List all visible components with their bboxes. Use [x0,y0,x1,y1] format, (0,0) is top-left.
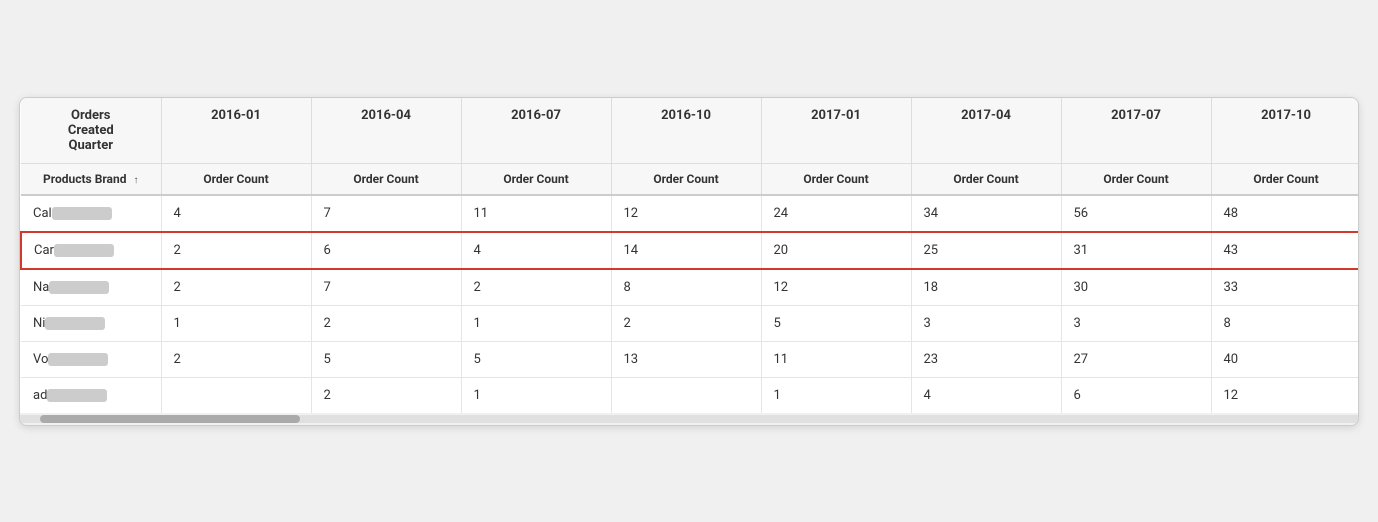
header-row-metrics: Products Brand ↑ Order Count Order Count… [21,163,1359,195]
value-cell: 1 [461,305,611,341]
table-row[interactable]: Cal 47111224345648 [21,195,1359,232]
brand-blurred [52,207,112,220]
value-cell: 4 [161,195,311,232]
value-cell: 27 [1061,341,1211,377]
value-cell: 11 [461,195,611,232]
brand-cell: Ni [21,305,161,341]
header-products-brand[interactable]: Products Brand ↑ [21,163,161,195]
value-cell: 5 [461,341,611,377]
header-2017-07: 2017-07 [1061,98,1211,164]
value-cell: 1 [461,377,611,413]
header-orders-created-quarter: Orders Created Quarter [21,98,161,164]
value-cell: 13 [611,341,761,377]
value-cell: 12 [1211,377,1359,413]
brand-blurred [48,353,108,366]
scrollbar-thumb[interactable] [40,415,300,423]
value-cell: 18 [911,269,1061,306]
brand-label: Cal [33,206,52,221]
value-cell: 40 [1211,341,1359,377]
value-cell: 24 [761,195,911,232]
value-cell: 33 [1211,269,1359,306]
brand-cell: Vo [21,341,161,377]
header-order-count-3: Order Count [461,163,611,195]
value-cell: 2 [461,269,611,306]
header-order-count-5: Order Count [761,163,911,195]
scrollbar-row[interactable] [20,413,1358,425]
value-cell: 2 [161,232,311,269]
brand-blurred [47,389,107,402]
value-cell: 5 [311,341,461,377]
brand-label: Ni [33,316,45,331]
header-2017-10: 2017-10 [1211,98,1359,164]
value-cell: 2 [311,305,461,341]
value-cell: 1 [161,305,311,341]
header-2016-01: 2016-01 [161,98,311,164]
value-cell: 7 [311,195,461,232]
value-cell: 3 [911,305,1061,341]
value-cell: 2 [161,341,311,377]
value-cell: 34 [911,195,1061,232]
value-cell: 25 [911,232,1061,269]
brand-cell: ad [21,377,161,413]
header-2017-04: 2017-04 [911,98,1061,164]
value-cell: 2 [161,269,311,306]
table-row[interactable]: Na272812183033 [21,269,1359,306]
sort-icon: ↑ [133,175,138,186]
value-cell: 4 [461,232,611,269]
value-cell: 5 [761,305,911,341]
scrollbar-track [20,415,1358,423]
header-2017-01: 2017-01 [761,98,911,164]
value-cell: 48 [1211,195,1359,232]
brand-cell: Car [21,232,161,269]
header-order-count-7: Order Count [1061,163,1211,195]
header-order-count-8: Order Count [1211,163,1359,195]
value-cell: 2 [311,377,461,413]
header-order-count-6: Order Count [911,163,1061,195]
value-cell: 43 [1211,232,1359,269]
brand-blurred [54,244,114,257]
brand-label: Vo [33,352,48,367]
value-cell: 6 [1061,377,1211,413]
brand-blurred [49,281,109,294]
value-cell: 3 [1061,305,1211,341]
header-2016-07: 2016-07 [461,98,611,164]
value-cell: 12 [761,269,911,306]
value-cell: 56 [1061,195,1211,232]
value-cell [161,377,311,413]
header-order-count-4: Order Count [611,163,761,195]
value-cell: 31 [1061,232,1211,269]
value-cell: 2 [611,305,761,341]
value-cell: 30 [1061,269,1211,306]
value-cell: 23 [911,341,1061,377]
brand-blurred [45,317,105,330]
value-cell: 14 [611,232,761,269]
header-row-quarters: Orders Created Quarter 2016-01 2016-04 2… [21,98,1359,164]
table-row[interactable]: Vo2551311232740 [21,341,1359,377]
table-row[interactable]: Ni12125338 [21,305,1359,341]
data-table: Orders Created Quarter 2016-01 2016-04 2… [20,98,1359,413]
value-cell [611,377,761,413]
brand-label: ad [33,388,47,403]
table-container: Orders Created Quarter 2016-01 2016-04 2… [19,97,1359,426]
brand-label: Car [34,243,54,258]
brand-label: Na [33,280,49,295]
value-cell: 4 [911,377,1061,413]
value-cell: 20 [761,232,911,269]
value-cell: 8 [611,269,761,306]
value-cell: 6 [311,232,461,269]
table-row[interactable]: ad2114612 [21,377,1359,413]
header-2016-10: 2016-10 [611,98,761,164]
value-cell: 1 [761,377,911,413]
table-body: Cal47111224345648Car2641420253143Na27281… [21,195,1359,413]
header-order-count-2: Order Count [311,163,461,195]
brand-cell: Na [21,269,161,306]
header-order-count-1: Order Count [161,163,311,195]
brand-cell: Cal [21,195,161,232]
value-cell: 11 [761,341,911,377]
table-row[interactable]: Car 2641420253143 [21,232,1359,269]
header-2016-04: 2016-04 [311,98,461,164]
value-cell: 8 [1211,305,1359,341]
value-cell: 12 [611,195,761,232]
value-cell: 7 [311,269,461,306]
